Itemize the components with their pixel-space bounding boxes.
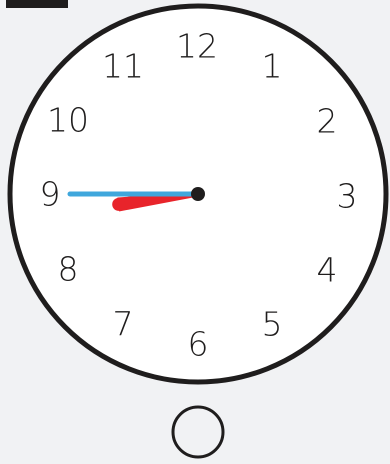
hour-hand-tip xyxy=(112,197,126,211)
numeral-8: 8 xyxy=(58,250,79,289)
clock-screen: 12 1 2 3 4 5 6 7 8 9 10 11 xyxy=(0,0,390,464)
numeral-5: 5 xyxy=(262,305,283,344)
analog-clock: 12 1 2 3 4 5 6 7 8 9 10 11 xyxy=(7,3,389,459)
numeral-11: 11 xyxy=(102,47,144,86)
numeral-9: 9 xyxy=(40,175,61,214)
numeral-7: 7 xyxy=(113,305,134,344)
numeral-1: 1 xyxy=(262,47,283,86)
numeral-3: 3 xyxy=(337,177,358,216)
numeral-2: 2 xyxy=(317,102,338,141)
center-pivot xyxy=(191,187,205,201)
numeral-6: 6 xyxy=(188,325,209,364)
numeral-4: 4 xyxy=(317,251,338,290)
circle-outline-icon[interactable] xyxy=(171,405,225,459)
numeral-12: 12 xyxy=(176,27,218,66)
numeral-10: 10 xyxy=(47,101,89,140)
